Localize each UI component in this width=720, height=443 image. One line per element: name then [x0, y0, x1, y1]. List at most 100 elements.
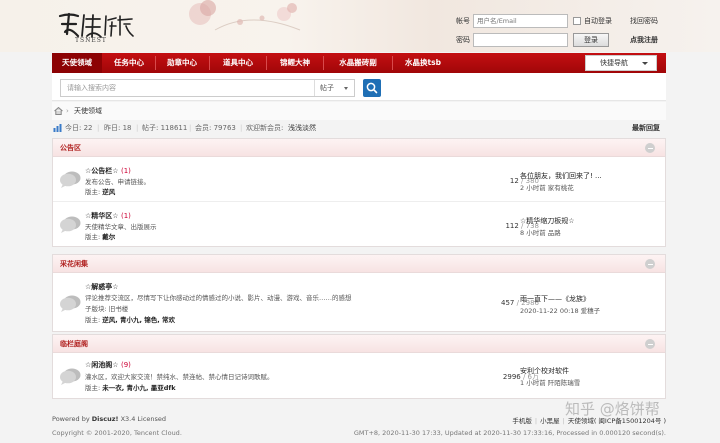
nav-item-props[interactable]: 道具中心: [212, 53, 264, 73]
forum-section-announcements: 公告区 ☆公告栏☆ (1) 发布公告、申请链接。 版主: 逆风 12 / 380…: [52, 138, 666, 247]
forum-moderators: 版主: 逆风: [85, 186, 115, 196]
forum-row: ☆闲池阁☆ (9) 灌水区，欢迎大家交流！禁纯水、禁连帖、禁心情日记诗词歌赋。 …: [53, 354, 665, 398]
search-placeholder: 请输入搜索内容: [67, 84, 116, 92]
auto-login-label: 自动登录: [584, 17, 612, 25]
forum-description: 评论推荐交流区，尽情写下让你感动过的情感过的小说、影片、动漫、游戏、音乐……的感…: [85, 294, 352, 302]
login-account-row: 帐号 自动登录 找回密码: [452, 14, 720, 29]
stat-members: 会员: 79763: [195, 124, 236, 132]
forum-description: 发布公告、申请链接。: [85, 178, 150, 186]
section-header: 临栏庭阁: [53, 335, 665, 353]
site-logo-subtitle: TSNEST: [75, 37, 107, 44]
stat-yesterday: 昨日: 18: [104, 124, 132, 132]
nav-item-tasks[interactable]: 任务中心: [105, 53, 153, 73]
forum-name[interactable]: ☆解惑亭☆: [85, 282, 119, 292]
forum-bubble-icon: [60, 368, 81, 385]
moderator-names[interactable]: 逆风, 青小九, 锦色, 常欢: [102, 316, 175, 324]
nav-separator: [392, 56, 393, 70]
section-title[interactable]: 采花闲集: [60, 255, 88, 273]
last-post-meta: 8 小时前 品路: [520, 229, 561, 237]
subforum-list[interactable]: 子版块: 旧书楼: [85, 303, 128, 313]
thread-count: 2996: [502, 373, 521, 381]
last-post-meta: 2020-11-22 00:18 爱穗子: [520, 307, 601, 315]
account-input[interactable]: [473, 14, 568, 28]
forum-section-reviews: 采花闲集 ☆解惑亭☆ 评论推荐交流区，尽情写下让你感动过的情感过的小说、影片、动…: [52, 254, 666, 332]
forum-moderators: 版主: 未一衣, 青小九, 墨亚dfk: [85, 382, 176, 392]
last-post-title[interactable]: 安利个校对软件: [520, 366, 569, 376]
moderator-names[interactable]: 逆风: [102, 188, 115, 196]
last-post-meta: 1 小时前 阡陌陈瑞雪: [520, 379, 581, 387]
search-scope-select[interactable]: 帖子: [314, 80, 354, 96]
moderator-names[interactable]: 戴尔: [102, 233, 115, 241]
nav-separator: [209, 56, 210, 70]
forum-description: 天使精华文章、出版展示: [85, 223, 157, 231]
nav-item-crystal-tsb[interactable]: 水晶换tsb: [395, 53, 451, 73]
forum-moderators: 版主: 戴尔: [85, 231, 115, 241]
last-post-meta: 2 小时前 家有桃花: [520, 184, 574, 192]
last-post-title[interactable]: 各位朋友，我们回来了! ...: [520, 171, 602, 181]
stat-newest-member[interactable]: 浅浅淡然: [288, 120, 316, 136]
forum-name-text[interactable]: ☆闲池阁☆: [85, 361, 119, 369]
forum-name[interactable]: ☆精华区☆ (1): [85, 211, 131, 221]
forum-section-chat: 临栏庭阁 ☆闲池阁☆ (9) 灌水区，欢迎大家交流！禁纯水、禁连帖、禁心情日记诗…: [52, 334, 666, 399]
forum-name-text[interactable]: ☆精华区☆: [85, 212, 119, 220]
register-link[interactable]: 点我注册: [630, 33, 658, 48]
password-input[interactable]: [473, 33, 568, 47]
forum-name-text[interactable]: ☆解惑亭☆: [85, 283, 119, 291]
forum-bubble-icon: [60, 295, 81, 312]
stat-welcome-label: 欢迎新会员:: [246, 124, 284, 132]
footer-link-mobile[interactable]: 手机版: [512, 417, 532, 425]
collapse-icon[interactable]: [645, 143, 655, 153]
collapse-icon[interactable]: [645, 259, 655, 269]
nav-item-koi[interactable]: 锦鲤大神: [269, 53, 321, 73]
login-panel: 帐号 自动登录 找回密码 密码 登录 点我注册: [452, 14, 720, 50]
page: TSNEST 帐号 自动登录 找回密码 密码: [0, 0, 720, 443]
footer-link-separator: |: [534, 417, 538, 425]
section-title[interactable]: 临栏庭阁: [60, 335, 88, 353]
forum-name[interactable]: ☆闲池阁☆ (9): [85, 360, 131, 370]
site-header: TSNEST 帐号 自动登录 找回密码 密码: [0, 0, 720, 52]
moderator-label: 版主:: [85, 384, 101, 392]
collapse-icon[interactable]: [645, 339, 655, 349]
quick-nav-dropdown[interactable]: 快捷导航: [585, 55, 657, 71]
nav-separator: [266, 56, 267, 70]
password-label: 密码: [456, 36, 470, 44]
login-button[interactable]: 登录: [573, 33, 609, 47]
last-post-title[interactable]: ☆精华缩刀板规☆: [520, 216, 575, 226]
forum-name[interactable]: ☆公告栏☆ (1): [85, 166, 131, 176]
search-input[interactable]: 请输入搜索内容 帖子: [60, 79, 355, 97]
footer-link-blacklist[interactable]: 小黑屋: [540, 417, 560, 425]
main-nav: 天使领域 任务中心 勋章中心 道具中心 锦鲤大神 水晶搬砖副 水晶换tsb 快捷…: [52, 53, 666, 73]
chevron-down-icon: [642, 62, 648, 65]
moderator-names[interactable]: 未一衣, 青小九, 墨亚dfk: [102, 384, 175, 392]
stat-divider: |: [97, 124, 100, 132]
header-flower-decoration: [180, 0, 340, 52]
find-password-link[interactable]: 找回密码: [630, 14, 658, 29]
nav-separator: [323, 56, 324, 70]
latest-reply-link[interactable]: 最新回复: [632, 120, 660, 136]
search-button[interactable]: [363, 79, 381, 97]
powered-by-name[interactable]: Discuz!: [92, 415, 119, 423]
nav-item-home[interactable]: 天使领域: [52, 53, 102, 73]
thread-count: 457: [501, 299, 515, 307]
forum-moderators: 版主: 逆风, 青小九, 锦色, 常欢: [85, 314, 175, 324]
search-scope-value: 帖子: [320, 84, 334, 92]
auto-login-checkbox[interactable]: [573, 17, 581, 25]
last-post-title[interactable]: 雨一直下——《龙族》: [520, 294, 590, 304]
breadcrumb: › 天使领域: [52, 102, 666, 120]
forum-bubble-icon: [60, 216, 81, 233]
moderator-label: 版主:: [85, 316, 101, 324]
powered-by: Powered by Discuz! X3.4 Licensed: [52, 415, 166, 423]
breadcrumb-current[interactable]: 天使领域: [74, 102, 102, 120]
home-icon[interactable]: [54, 107, 63, 115]
stat-today: 今日: 22: [65, 124, 93, 132]
forum-name-text[interactable]: ☆公告栏☆: [85, 167, 119, 175]
section-header: 采花闲集: [53, 255, 665, 273]
forum-new-count: (1): [121, 167, 131, 175]
login-password-row: 密码 登录 点我注册: [452, 33, 720, 48]
nav-item-medals[interactable]: 勋章中心: [158, 53, 206, 73]
forum-new-count: (9): [121, 361, 131, 369]
stat-divider: |: [136, 124, 139, 132]
section-title[interactable]: 公告区: [60, 139, 81, 157]
nav-item-crystal-bricks[interactable]: 水晶搬砖副: [326, 53, 390, 73]
forum-new-count: (1): [121, 212, 131, 220]
